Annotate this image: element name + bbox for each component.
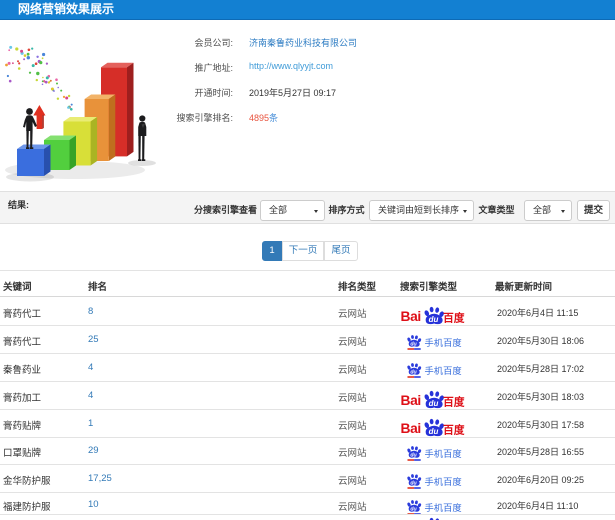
svg-text:Bai: Bai: [401, 393, 421, 408]
svg-text:手机百度: 手机百度: [425, 448, 462, 459]
svg-text:du: du: [428, 399, 438, 408]
svg-text:百度: 百度: [443, 423, 465, 437]
svg-text:du: du: [428, 315, 438, 324]
svg-text:手机百度: 手机百度: [425, 475, 462, 486]
svg-text:手机百度: 手机百度: [425, 336, 462, 347]
svg-text:du: du: [410, 480, 417, 486]
svg-text:Bai: Bai: [401, 421, 421, 436]
svg-text:手机百度: 手机百度: [425, 502, 462, 513]
svg-text:百度: 百度: [443, 395, 465, 409]
svg-text:du: du: [410, 341, 417, 347]
svg-text:du: du: [410, 453, 417, 459]
svg-text:du: du: [428, 427, 438, 436]
svg-text:du: du: [410, 507, 417, 513]
svg-text:百度: 百度: [443, 311, 465, 325]
svg-text:手机百度: 手机百度: [425, 364, 462, 375]
svg-text:du: du: [410, 369, 417, 375]
svg-text:Bai: Bai: [401, 309, 421, 324]
